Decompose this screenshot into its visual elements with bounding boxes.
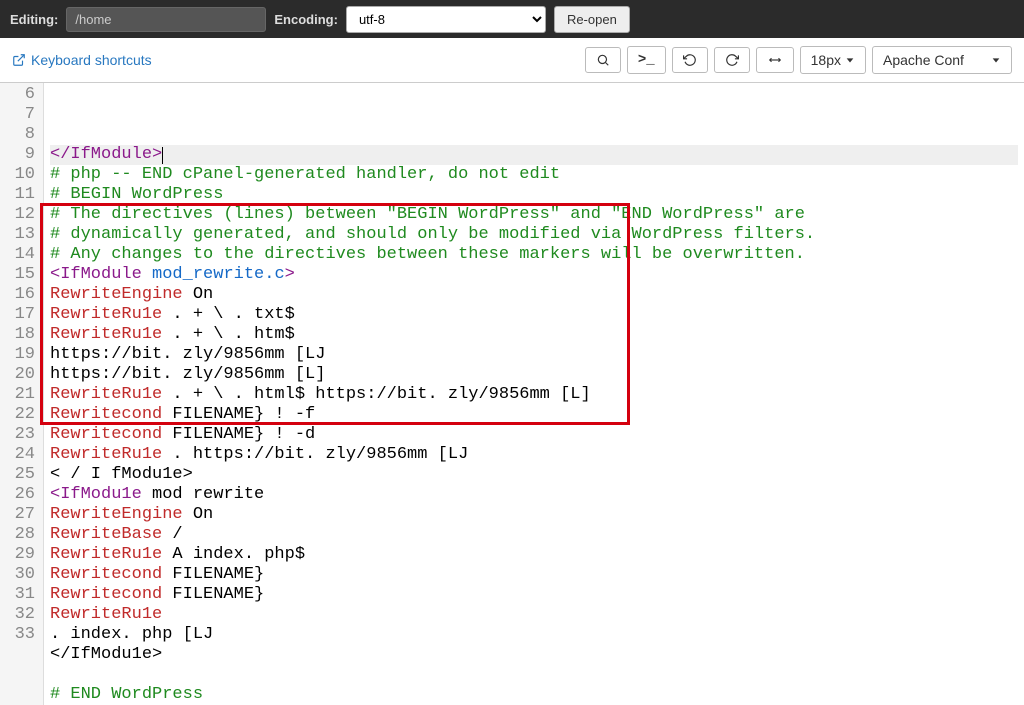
code-line[interactable]: RewriteRu1e A index. php$ (50, 545, 1018, 565)
reopen-button[interactable]: Re-open (554, 6, 630, 33)
code-line[interactable]: Rewritecond FILENAME} ! -f (50, 405, 1018, 425)
code-line[interactable]: # BEGIN WordPress (50, 185, 1018, 205)
search-icon (596, 53, 610, 67)
code-line[interactable]: # Any changes to the directives between … (50, 245, 1018, 265)
line-number: 27 (6, 505, 35, 525)
code-line[interactable]: . index. php [LJ (50, 625, 1018, 645)
search-button[interactable] (585, 47, 621, 73)
encoding-select[interactable]: utf-8 (346, 6, 546, 33)
code-line[interactable]: RewriteBase / (50, 525, 1018, 545)
terminal-button[interactable]: >_ (627, 46, 666, 74)
line-number: 19 (6, 345, 35, 365)
code-line[interactable]: RewriteEngine On (50, 285, 1018, 305)
code-line[interactable]: # dynamically generated, and should only… (50, 225, 1018, 245)
syntax-select[interactable]: Apache Conf (872, 46, 1012, 74)
line-number: 12 (6, 205, 35, 225)
terminal-icon: >_ (638, 52, 655, 68)
font-size-label: 18px (811, 52, 841, 68)
chevron-down-icon (991, 55, 1001, 65)
line-gutter: 6789101112131415161718192021222324252627… (0, 83, 44, 705)
code-line[interactable]: # The directives (lines) between "BEGIN … (50, 205, 1018, 225)
code-line[interactable]: <IfModule mod_rewrite.c> (50, 265, 1018, 285)
line-number: 23 (6, 425, 35, 445)
code-line[interactable]: RewriteRu1e . + \ . html$ https://bit. z… (50, 385, 1018, 405)
line-number: 33 (6, 625, 35, 645)
external-link-icon (12, 53, 26, 67)
line-number: 14 (6, 245, 35, 265)
code-line[interactable]: Rewritecond FILENAME} ! -d (50, 425, 1018, 445)
code-line[interactable]: Rewritecond FILENAME} (50, 565, 1018, 585)
line-number: 24 (6, 445, 35, 465)
undo-button[interactable] (672, 47, 708, 73)
code-line[interactable]: https://bit. zly/9856mm [LJ (50, 345, 1018, 365)
code-line[interactable]: </IfModu1e> (50, 645, 1018, 665)
code-line[interactable]: RewriteRu1e . + \ . htm$ (50, 325, 1018, 345)
line-number: 31 (6, 585, 35, 605)
file-path-input[interactable] (66, 7, 266, 32)
code-line[interactable]: <IfModu1e mod rewrite (50, 485, 1018, 505)
line-number: 20 (6, 365, 35, 385)
wrap-button[interactable] (756, 47, 794, 73)
code-line[interactable]: < / I fModu1e> (50, 465, 1018, 485)
syntax-label: Apache Conf (883, 52, 964, 68)
line-number: 9 (6, 145, 35, 165)
line-number: 32 (6, 605, 35, 625)
line-number: 25 (6, 465, 35, 485)
keyboard-shortcuts-label: Keyboard shortcuts (31, 52, 152, 68)
code-line[interactable]: RewriteEngine On (50, 505, 1018, 525)
line-number: 10 (6, 165, 35, 185)
code-area[interactable]: </IfModule># php -- END cPanel-generated… (44, 83, 1024, 705)
top-bar: Editing: Encoding: utf-8 Re-open (0, 0, 1024, 38)
line-number: 17 (6, 305, 35, 325)
editing-label: Editing: (10, 12, 58, 27)
line-number: 18 (6, 325, 35, 345)
redo-icon (725, 53, 739, 67)
line-number: 30 (6, 565, 35, 585)
chevron-down-icon (845, 55, 855, 65)
line-number: 29 (6, 545, 35, 565)
keyboard-shortcuts-link[interactable]: Keyboard shortcuts (12, 52, 152, 68)
encoding-label: Encoding: (274, 12, 338, 27)
toolbar: Keyboard shortcuts >_ 18px Apache Conf (0, 38, 1024, 83)
redo-button[interactable] (714, 47, 750, 73)
code-line[interactable]: </IfModule> (50, 145, 1018, 165)
code-line[interactable]: RewriteRu1e . https://bit. zly/9856mm [L… (50, 445, 1018, 465)
line-number: 28 (6, 525, 35, 545)
code-line[interactable]: RewriteRu1e (50, 605, 1018, 625)
code-line[interactable]: RewriteRu1e . + \ . txt$ (50, 305, 1018, 325)
code-line[interactable]: # END WordPress (50, 685, 1018, 705)
code-line[interactable]: # php -- END cPanel-generated handler, d… (50, 165, 1018, 185)
code-line[interactable]: Rewritecond FILENAME} (50, 585, 1018, 605)
line-number: 11 (6, 185, 35, 205)
line-number: 15 (6, 265, 35, 285)
line-number: 7 (6, 105, 35, 125)
line-number: 26 (6, 485, 35, 505)
line-number: 22 (6, 405, 35, 425)
undo-icon (683, 53, 697, 67)
code-editor[interactable]: 6789101112131415161718192021222324252627… (0, 83, 1024, 705)
line-number: 21 (6, 385, 35, 405)
code-line[interactable]: https://bit. zly/9856mm [L] (50, 365, 1018, 385)
line-number: 13 (6, 225, 35, 245)
font-size-select[interactable]: 18px (800, 46, 866, 74)
line-number: 16 (6, 285, 35, 305)
line-number: 8 (6, 125, 35, 145)
arrows-horizontal-icon (767, 53, 783, 67)
toolbar-buttons: >_ 18px Apache Conf (585, 46, 1012, 74)
line-number: 6 (6, 85, 35, 105)
code-line[interactable] (50, 665, 1018, 685)
